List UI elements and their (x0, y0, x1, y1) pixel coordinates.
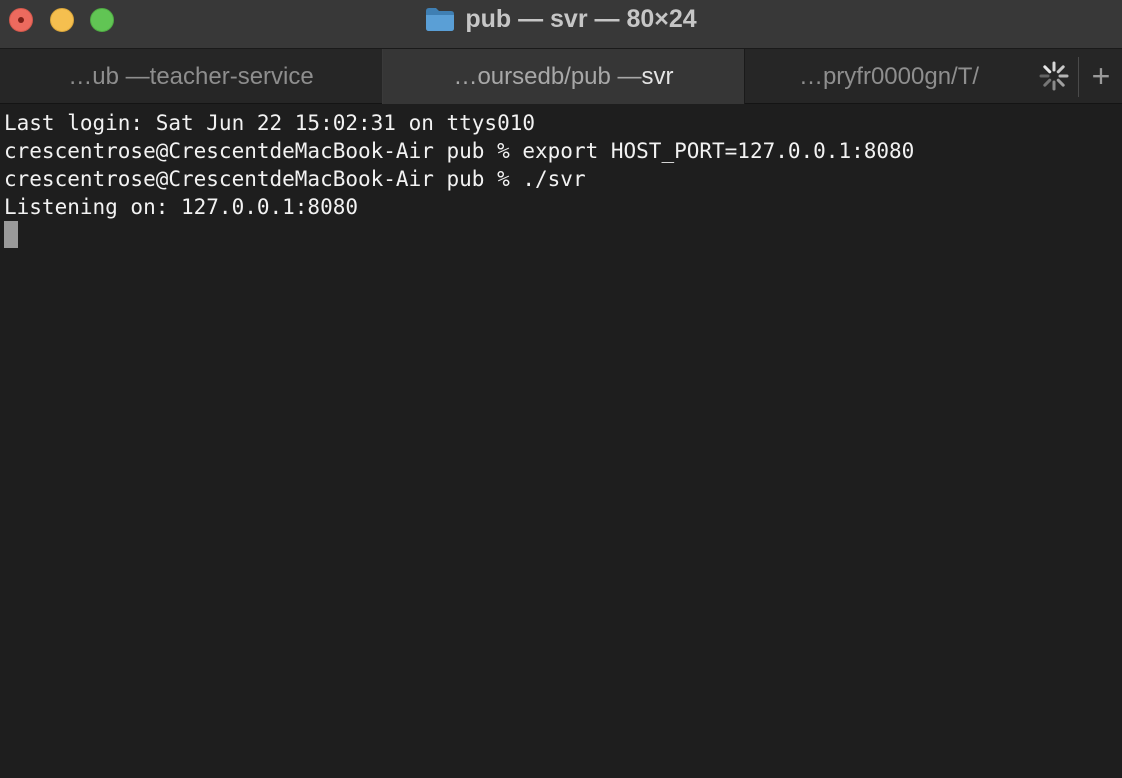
tab-bar: …ub — teacher-service …oursedb/pub — svr… (0, 48, 1122, 104)
tab-divider (1078, 57, 1079, 97)
terminal-window: pub — svr — 80×24 …ub — teacher-service … (0, 0, 1122, 778)
tab-label-lead: …ub — (68, 62, 150, 90)
terminal-output[interactable]: Last login: Sat Jun 22 15:02:31 on ttys0… (0, 104, 1122, 778)
tab-teacher-service[interactable]: …ub — teacher-service (0, 49, 383, 104)
tab-label-lead: …pryfr0000gn/T/ (798, 62, 980, 90)
folder-icon (426, 8, 455, 31)
tab-label-lead: …oursedb/pub — (453, 62, 642, 90)
terminal-cursor (4, 221, 18, 248)
window-title: pub — svr — 80×24 (0, 4, 1122, 34)
terminal-line-text: crescentrose@CrescentdeMacBook-Air pub %… (4, 139, 915, 163)
title-bar[interactable]: pub — svr — 80×24 (0, 0, 1122, 48)
tab-label-main: teacher-service (149, 62, 314, 90)
window-title-text: pub — svr — 80×24 (465, 4, 697, 33)
terminal-line: Listening on: 127.0.0.1:8080 (4, 195, 359, 219)
spinner-svg (1039, 61, 1069, 91)
terminal-line: Last login: Sat Jun 22 15:02:31 on ttys0… (4, 111, 536, 135)
new-tab-button[interactable]: + (1080, 49, 1122, 104)
tab-label-main: svr (641, 62, 674, 90)
terminal-line: [crescentrose@CrescentdeMacBook-Air pub … (0, 165, 586, 193)
activity-spinner-icon (1036, 57, 1072, 95)
terminal-line: [crescentrose@CrescentdeMacBook-Air pub … (0, 137, 914, 165)
tab-temp-dir[interactable]: …pryfr0000gn/T/ (745, 49, 1033, 104)
terminal-line-text: crescentrose@CrescentdeMacBook-Air pub %… (4, 167, 586, 191)
tab-svr-active[interactable]: …oursedb/pub — svr (383, 49, 745, 104)
